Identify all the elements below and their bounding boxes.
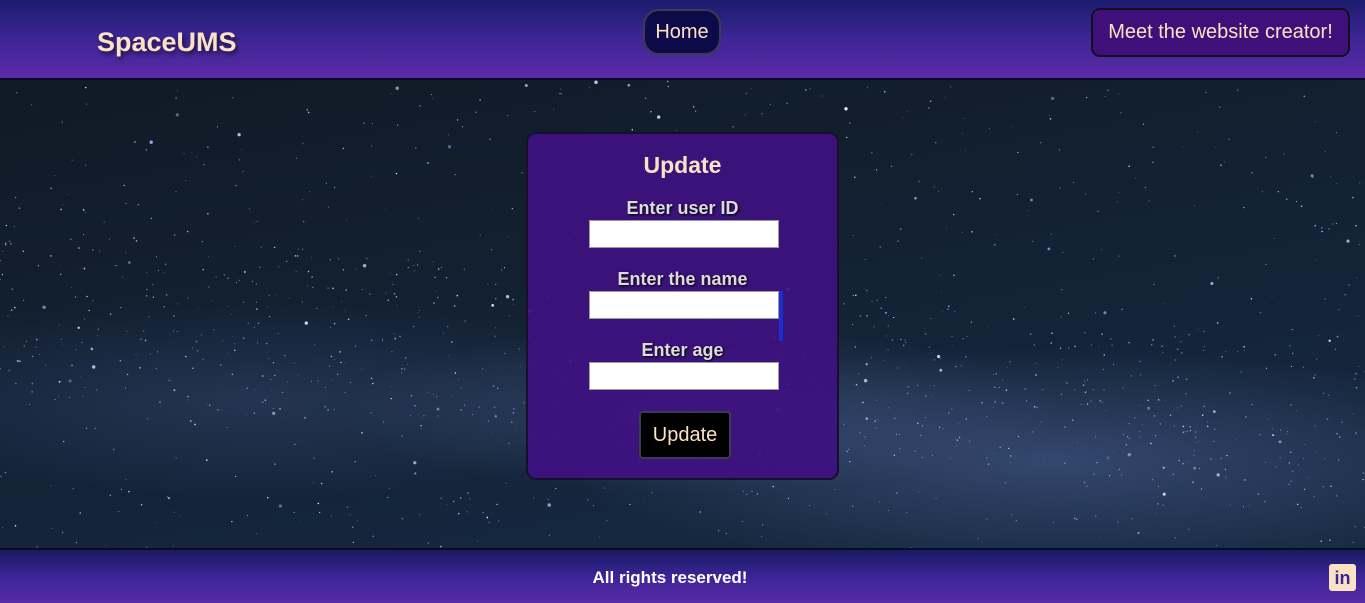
meet-creator-button[interactable]: Meet the website creator! xyxy=(1091,8,1350,57)
user-id-label: Enter user ID xyxy=(626,198,739,218)
site-logo: SpaceUMS xyxy=(97,27,237,57)
age-label: Enter age xyxy=(641,340,724,360)
age-input[interactable] xyxy=(589,362,779,390)
name-label: Enter the name xyxy=(617,269,748,289)
user-id-input[interactable] xyxy=(589,220,779,248)
update-form: Update Enter user ID Enter the name Ente… xyxy=(526,132,839,480)
site-header: SpaceUMS Home Meet the website creator! xyxy=(0,0,1365,80)
linkedin-glyph: in xyxy=(1334,568,1351,588)
linkedin-icon[interactable]: in xyxy=(1329,564,1356,591)
name-input[interactable] xyxy=(589,291,779,319)
update-submit-button[interactable]: Update xyxy=(639,411,731,459)
home-nav-button[interactable]: Home xyxy=(643,9,721,55)
site-footer: All rights reserved! in xyxy=(0,548,1365,603)
form-title: Update xyxy=(643,152,722,178)
input-focus-indicator xyxy=(779,291,783,341)
footer-copyright: All rights reserved! xyxy=(592,568,748,587)
